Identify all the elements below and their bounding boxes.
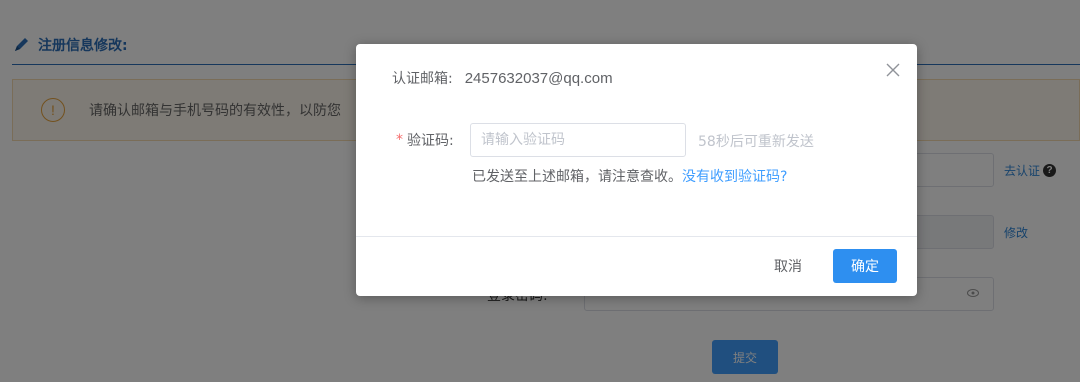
dialog-footer-divider [356,236,917,237]
resend-countdown: 58秒后可重新发送 [698,134,814,150]
verification-code-input[interactable] [470,123,686,157]
code-row: * 验证码: [396,123,454,157]
sent-hint-text: 已发送至上述邮箱，请注意查收。 [472,169,682,185]
email-row: 认证邮箱: 2457632037@qq.com [392,68,613,88]
not-received-link[interactable]: 没有收到验证码? [682,169,787,185]
code-label: 验证码: [407,133,454,149]
email-value: 2457632037@qq.com [464,69,613,87]
email-verification-dialog: 认证邮箱: 2457632037@qq.com * 验证码: 58秒后可重新发送… [356,44,917,296]
email-label: 认证邮箱: [392,71,453,87]
confirm-button[interactable]: 确定 [833,249,897,283]
required-mark: * [396,132,403,148]
cancel-button[interactable]: 取消 [758,249,818,283]
close-icon[interactable] [885,62,901,78]
sent-hint: 已发送至上述邮箱，请注意查收。没有收到验证码? [472,166,787,186]
